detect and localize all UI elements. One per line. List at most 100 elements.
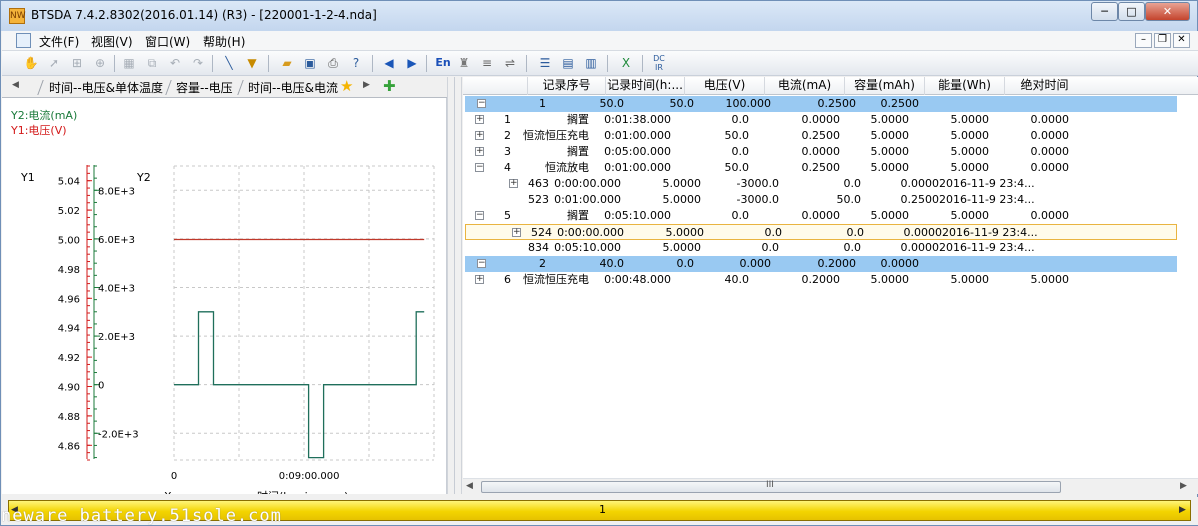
column-header-current[interactable]: 电流(mA) (764, 77, 844, 95)
excel-export-icon[interactable]: X (617, 54, 635, 72)
zoom-icon[interactable]: ⊕ (91, 54, 109, 72)
app-logo-icon: NW (9, 8, 26, 24)
table-cell: 0.0000 (1030, 145, 1070, 158)
undo-icon[interactable]: ↶ (166, 54, 184, 72)
dcir-icon[interactable]: DC IR (650, 54, 668, 72)
y2-tick-label: -2.0E+3 (98, 429, 139, 440)
table-row[interactable]: 523 0:01:00.000 5.0000 -3000.0 50.0 0.2500 201… (463, 192, 1183, 208)
copy-chart-icon[interactable]: ⧉ (143, 54, 161, 72)
table-row[interactable]: +6 恒流恒压充电 0:00:48.000 40.0 0.2000 5.0000 5.000… (463, 272, 1183, 288)
table-row[interactable]: +3 搁置 0:05:00.000 0.0 0.0000 5.0000 5.0000 0.00… (463, 144, 1183, 160)
table-cell: 5.0000 (870, 161, 910, 174)
table-cell: 523 (528, 193, 549, 206)
table-row[interactable]: +524 0:00:00.000 5.0000 0.0 0.0 0.0000 2016-11… (465, 224, 1177, 240)
help-icon[interactable]: ? (347, 54, 365, 72)
close-button[interactable]: ✕ (1145, 2, 1190, 21)
table-columns-icon[interactable]: ▤ (559, 54, 577, 72)
pane-splitter[interactable] (447, 77, 462, 494)
table-row[interactable]: +1 搁置 0:01:38.000 0.0 0.0000 5.0000 5.0000 0.00… (463, 112, 1183, 128)
table-cell: 2016-11-9 23:4... (942, 226, 1038, 239)
save-icon[interactable]: ▣ (301, 54, 319, 72)
timeline-right-icon[interactable]: ▶ (1179, 505, 1186, 515)
table-cell: 0.0000 (801, 145, 841, 158)
scrollbar-thumb[interactable]: III (481, 480, 1061, 493)
title-bar[interactable]: NW BTSDA 7.4.2.8302(2016.01.14) (R3) - [… (1, 1, 1197, 31)
menu-file[interactable]: 文件(F) (39, 33, 79, 50)
table-row[interactable]: +463 0:00:00.000 5.0000 -3000.0 0.0 0.0000 201… (463, 176, 1183, 192)
star-icon[interactable]: ★ (340, 78, 353, 95)
table-row[interactable]: −4 恒流放电 0:01:00.000 50.0 0.2500 5.0000 5.0000 0… (463, 160, 1183, 176)
tab-scroll-right-icon[interactable]: ▶ (363, 80, 370, 90)
table-row[interactable]: +2 恒流恒压充电 0:01:00.000 50.0 0.2500 5.0000 5.000… (463, 128, 1183, 144)
table-cell: 3 (504, 145, 511, 158)
tab-scroll-left-icon[interactable]: ◀ (12, 80, 19, 90)
column-header-energy[interactable]: 能量(Wh) (924, 77, 1004, 95)
hand-icon[interactable]: ✋ (22, 54, 40, 72)
table-row[interactable]: −5 搁置 0:05:10.000 0.0 0.0000 5.0000 5.0000 0.00… (463, 208, 1183, 224)
add-tab-icon[interactable]: ✚ (383, 78, 396, 95)
table-rows-icon[interactable]: ▥ (582, 54, 600, 72)
sort-icon[interactable]: ⇌ (501, 54, 519, 72)
language-en-button[interactable]: En (432, 54, 454, 72)
filter-icon[interactable]: ▼ (243, 54, 261, 72)
arrow-right-icon[interactable]: ▶ (403, 54, 421, 72)
x-axis-title: 时间(h:min:s.ms) (257, 490, 348, 494)
document-icon[interactable] (16, 33, 31, 48)
table-cell: 0:01:00.000 (604, 161, 671, 174)
pointer-icon[interactable]: ➚ (45, 54, 63, 72)
table-cell: 1 (539, 97, 546, 110)
mdi-close-button[interactable]: ✕ (1173, 33, 1190, 48)
table-cell: 0:00:00.000 (557, 226, 624, 239)
table-cell: -3000.0 (736, 177, 779, 190)
maximize-button[interactable]: □ (1118, 2, 1145, 21)
menu-window[interactable]: 窗口(W) (145, 33, 190, 50)
column-header-record-time[interactable]: 记录时间(h:... (605, 77, 684, 95)
table-cell: 463 (528, 177, 549, 190)
table-cell: 0.0000 (900, 177, 940, 190)
column-header-capacity[interactable]: 容量(mAh) (844, 77, 924, 95)
y2-tick-label: 6.0E+3 (98, 235, 135, 246)
arrow-left-icon[interactable]: ◀ (380, 54, 398, 72)
table-cell: 0.0000 (900, 241, 940, 254)
open-folder-icon[interactable]: ▰ (278, 54, 296, 72)
table-cell: 0.0 (846, 226, 865, 239)
y2-ticks: 8.0E+3 6.0E+3 4.0E+3 2.0E+3 0 -2.0E+3 (94, 165, 139, 459)
menu-view[interactable]: 视图(V) (91, 33, 133, 50)
time-voltage-current-chart[interactable]: 5.04 5.02 5.00 4.98 4.96 4.94 4.92 4.90 4.88 4.86… (2, 98, 447, 494)
menu-help[interactable]: 帮助(H) (203, 33, 245, 50)
table-cell: 搁置 (567, 113, 589, 126)
scrollbar-grip-icon: III (766, 480, 774, 490)
table-cell: 0.0 (731, 113, 750, 126)
mdi-minimize-button[interactable]: – (1135, 33, 1152, 48)
scroll-right-icon[interactable]: ▶ (1180, 481, 1187, 491)
table-group-row[interactable]: −2 40.0 0.0 0.000 0.2000 0.0000 (465, 256, 1177, 272)
window-title: BTSDA 7.4.2.8302(2016.01.14) (R3) - [220… (31, 8, 377, 22)
table-view-icon[interactable]: ☰ (536, 54, 554, 72)
line-icon[interactable]: ╲ (220, 54, 238, 72)
scroll-left-icon[interactable]: ◀ (466, 481, 473, 491)
redo-icon[interactable]: ↷ (189, 54, 207, 72)
column-header-absolute-time[interactable]: 绝对时间 (1004, 77, 1084, 95)
table-cell: 0.0 (731, 145, 750, 158)
column-header-record-no[interactable]: 记录序号 (527, 77, 605, 95)
align-icon[interactable]: ≡ (478, 54, 496, 72)
tab-capacity-voltage[interactable]: 容量--电压 (176, 79, 233, 96)
tab-time-voltage-current[interactable]: 时间--电压&电流 (248, 79, 338, 96)
tab-time-voltage-temp[interactable]: 时间--电压&单体温度 (49, 79, 163, 96)
column-header-voltage[interactable]: 电压(V) (684, 77, 764, 95)
mdi-restore-button[interactable]: ❐ (1154, 33, 1171, 48)
table-cell: 搁置 (567, 209, 589, 222)
zoom-box-icon[interactable]: ⊞ (68, 54, 86, 72)
print-icon[interactable]: ⎙ (324, 54, 342, 72)
grid-icon[interactable]: ▦ (120, 54, 138, 72)
table-cell: 50.0 (599, 97, 625, 110)
x-axis-letter: X (164, 490, 172, 494)
table-row[interactable]: 834 0:05:10.000 5.0000 0.0 0.0 0.0000 2016-11-… (463, 240, 1183, 256)
pin-icon[interactable]: ♜ (455, 54, 473, 72)
table-cell: 5.0000 (950, 161, 990, 174)
horizontal-scrollbar[interactable]: ◀ III ▶ (463, 478, 1198, 494)
y1-tick-label: 4.88 (58, 412, 80, 423)
table-group-row[interactable]: −1 50.0 50.0 100.000 0.2500 0.2500 (465, 96, 1177, 112)
minimize-button[interactable]: ─ (1091, 2, 1118, 21)
table-cell: 0.2000 (801, 273, 841, 286)
